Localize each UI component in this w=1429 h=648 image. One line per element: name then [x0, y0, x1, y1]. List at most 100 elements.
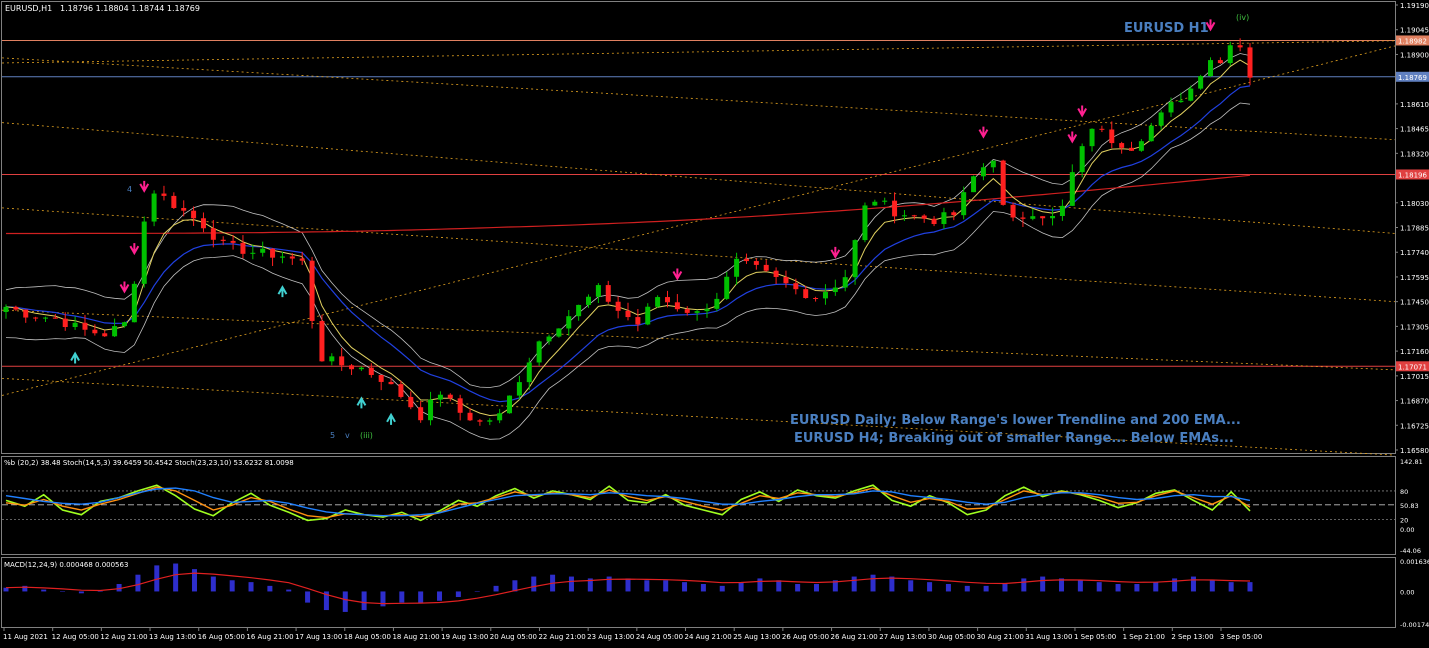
candle-body	[379, 375, 384, 382]
candle-body	[517, 382, 522, 395]
macd-tick-label: 0.001636	[1400, 558, 1429, 566]
candle-body	[477, 420, 482, 421]
price-tick-label: 1.17015	[1400, 373, 1429, 381]
chart-window[interactable]: 1.189821.187691.181961.17071 1.191901.19…	[0, 0, 1429, 644]
candle-body	[547, 337, 552, 342]
candle-body	[606, 285, 611, 302]
candle-body	[310, 261, 315, 321]
candle-body	[803, 289, 808, 298]
candle-body	[4, 307, 9, 312]
macd-bar	[814, 584, 819, 591]
candle-body	[853, 240, 858, 277]
macd-bar	[286, 590, 291, 592]
time-tick-label: 17 Aug 13:00	[295, 633, 342, 641]
candle-body	[250, 253, 255, 254]
candle-body	[655, 297, 660, 307]
candle-body	[73, 323, 78, 327]
macd-bar	[663, 580, 668, 591]
macd-bar	[475, 591, 480, 592]
macd-bar	[1134, 584, 1139, 591]
candle-body	[497, 413, 502, 420]
candle-body	[783, 277, 788, 283]
macd-bar	[946, 584, 951, 591]
candle-body	[527, 362, 532, 382]
window-title: EURUSD,H1	[5, 4, 52, 13]
ohlc-readout: 1.18796 1.18804 1.18744 1.18769	[60, 4, 200, 13]
macd-bar	[1172, 578, 1177, 591]
candle-body	[53, 318, 58, 319]
macd-bar	[41, 590, 46, 592]
oscillator-tick-label: 80	[1400, 488, 1408, 496]
macd-bar	[795, 584, 800, 591]
time-tick-label: 19 Aug 13:00	[441, 633, 488, 641]
candle-body	[665, 297, 670, 302]
candle-body	[695, 311, 700, 313]
candle-body	[744, 259, 749, 261]
macd-bar	[1229, 582, 1234, 591]
symbol-label: EURUSD H1	[1124, 21, 1209, 36]
macd-bar	[267, 586, 272, 592]
candle-body	[63, 319, 68, 327]
candle-body	[675, 302, 680, 309]
candle-body	[813, 298, 818, 299]
price-tick-label: 1.18320	[1400, 150, 1429, 158]
time-tick-label: 24 Aug 05:00	[636, 633, 683, 641]
candle-body	[270, 249, 275, 258]
candle-body	[231, 241, 236, 243]
candle-body	[240, 243, 245, 254]
price-tick-label: 1.18610	[1400, 101, 1429, 109]
candle-body	[724, 277, 729, 299]
oscillator-header: %b (20,2) 38.48 Stoch(14,5,3) 39.6459 50…	[4, 459, 294, 467]
macd-bar	[984, 586, 989, 592]
candle-body	[1020, 217, 1025, 218]
candle-body	[862, 205, 867, 240]
candle-body	[43, 318, 48, 319]
candle-body	[1149, 126, 1154, 142]
time-tick-label: 1 Sep 21:00	[1123, 633, 1165, 641]
time-tick-label: 30 Aug 05:00	[928, 633, 975, 641]
macd-bar	[4, 588, 9, 592]
candle-body	[941, 212, 946, 224]
time-tick-label: 18 Aug 05:00	[344, 633, 391, 641]
candle-body	[981, 167, 986, 176]
macd-bar	[343, 591, 348, 611]
candle-body	[290, 256, 295, 258]
chart-canvas[interactable]: 1.189821.187691.181961.17071 1.191901.19…	[0, 0, 1429, 644]
price-tick-label: 1.19045	[1400, 27, 1429, 35]
candle-body	[1129, 148, 1134, 151]
macd-bar	[1021, 578, 1026, 591]
wave-label-iii: (iii)	[360, 431, 373, 440]
macd-bar	[437, 591, 442, 600]
candle-body	[280, 256, 285, 257]
time-tick-label: 12 Aug 05:00	[52, 633, 99, 641]
time-tick-label: 27 Aug 13:00	[879, 633, 926, 641]
time-tick-label: 31 Aug 13:00	[1025, 633, 1072, 641]
candle-body	[951, 212, 956, 215]
candle-body	[704, 309, 709, 311]
macd-bar	[1040, 577, 1045, 592]
candle-body	[1248, 47, 1253, 77]
candle-body	[1050, 216, 1055, 218]
candle-body	[714, 299, 719, 309]
time-tick-label: 25 Aug 13:00	[733, 633, 780, 641]
candle-body	[1159, 112, 1164, 125]
macd-bar	[135, 575, 140, 592]
time-tick-label: 24 Aug 21:00	[685, 633, 732, 641]
macd-bar	[569, 577, 574, 592]
macd-bar	[1210, 580, 1215, 591]
level-price-label: 1.18982	[1398, 37, 1427, 45]
candle-body	[448, 395, 453, 399]
candle-body	[596, 285, 601, 297]
macd-bar	[531, 577, 536, 592]
candle-body	[211, 228, 216, 240]
macd-bar	[965, 586, 970, 592]
price-tick-label: 1.16725	[1400, 422, 1429, 430]
macd-bar	[626, 578, 631, 591]
candle-body	[191, 211, 196, 219]
macd-bar	[1078, 580, 1083, 591]
candle-body	[961, 192, 966, 215]
candle-body	[132, 284, 137, 322]
candle-body	[339, 356, 344, 365]
candle-body	[991, 161, 996, 168]
wave-label-5: 5	[330, 431, 335, 440]
